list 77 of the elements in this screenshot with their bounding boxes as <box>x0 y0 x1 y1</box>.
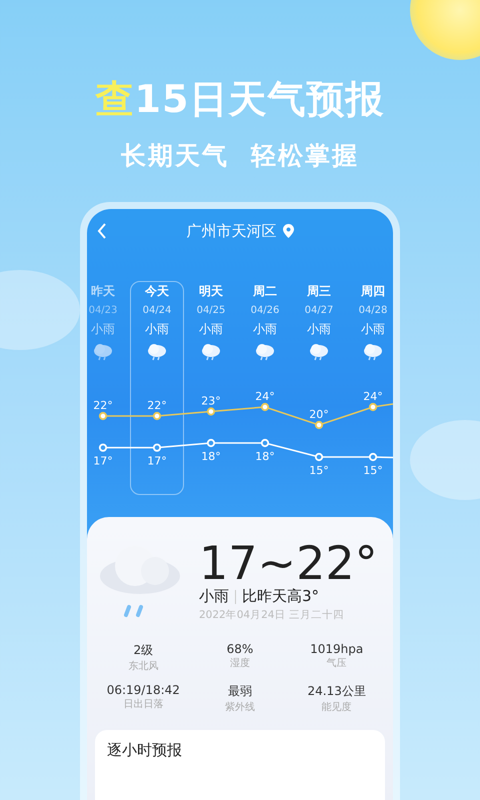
low-temperature: 15° <box>309 464 329 477</box>
day-column[interactable]: 昨天 04/23 小雨 <box>87 275 130 361</box>
high-temperature: 20° <box>309 408 329 421</box>
temperature-point <box>314 452 324 462</box>
low-temperature: 17° <box>93 454 113 468</box>
rain-cloud-icon <box>92 343 114 361</box>
location-title: 广州市天河区 <box>186 222 276 240</box>
high-temperature: 22° <box>147 399 167 412</box>
day-date: 04/24 <box>142 305 172 316</box>
subtitle: 轻松掌握 <box>251 140 359 172</box>
day-name: 明天 <box>199 283 223 300</box>
weather-text: 小雨 <box>199 587 229 606</box>
day-date: 04/28 <box>358 305 388 316</box>
day-weather: 小雨 <box>307 321 331 338</box>
hourly-title: 逐小时预报 <box>107 741 182 760</box>
stat-value: 24.13公里 <box>307 683 366 700</box>
temperature-point <box>260 402 270 412</box>
high-temperature: 22° <box>93 399 113 412</box>
high-temperature: 24° <box>255 390 275 403</box>
day-name: 周四 <box>361 283 385 300</box>
day-weather: 小雨 <box>199 321 223 338</box>
temperature-point <box>152 444 162 452</box>
stat-label: 气压 <box>326 657 347 670</box>
low-temperature: 18° <box>201 450 221 463</box>
stat-value: 最弱 <box>228 683 252 700</box>
day-column[interactable]: 明天 04/25 小雨 <box>184 275 238 361</box>
day-column[interactable]: 周二 04/26 小雨 <box>238 275 292 361</box>
rain-cloud-icon <box>146 343 168 361</box>
temperature-point <box>98 444 108 452</box>
day-date: 04/27 <box>304 305 334 316</box>
temperature-point <box>314 420 324 430</box>
temperature-point <box>206 438 216 448</box>
stat-value: 1019hpa <box>310 642 364 656</box>
high-temperature: 23° <box>201 394 221 408</box>
date-text: 2022年04月24日 三月二十四 <box>199 608 345 622</box>
stat-label: 能见度 <box>322 700 352 714</box>
temperature-point <box>368 402 378 412</box>
day-weather: 小雨 <box>361 321 385 338</box>
low-temperature: 18° <box>255 450 275 463</box>
headline: 查15日天气预报 <box>96 76 384 123</box>
back-icon[interactable] <box>97 223 107 239</box>
day-name: 周三 <box>307 283 331 300</box>
day-name: 今天 <box>145 283 169 300</box>
day-date: 04/23 <box>88 305 118 316</box>
temperature-range: 17~22° <box>199 539 378 588</box>
day-weather: 小雨 <box>145 321 169 338</box>
temperature-point <box>98 412 108 420</box>
location-pin-icon <box>282 224 294 238</box>
subtitle: 长期天气 <box>121 140 229 172</box>
day-name: 周二 <box>253 283 277 300</box>
temperature-point <box>206 407 216 416</box>
rain-cloud-icon <box>254 343 276 361</box>
day-date: 04/26 <box>250 305 280 316</box>
rain-cloud-icon <box>200 343 222 361</box>
temperature-point <box>152 412 162 420</box>
temperature-compare: 比昨天高3° <box>242 587 320 606</box>
low-temperature: 15° <box>363 464 383 477</box>
stat-label: 东北风 <box>128 660 158 674</box>
day-date: 04/25 <box>196 305 226 316</box>
day-column[interactable]: 周三 04/27 小雨 <box>292 275 346 361</box>
day-weather: 小雨 <box>91 321 115 338</box>
stat-label: 湿度 <box>230 656 250 670</box>
temperature-point <box>368 452 378 462</box>
day-column[interactable]: 周四 04/28 小雨 <box>346 275 393 361</box>
stat-value: 68% <box>226 642 254 656</box>
rain-cloud-icon <box>362 343 384 361</box>
stat-label: 紫外线 <box>224 700 255 714</box>
stat-value: 06:19/18:42 <box>106 683 180 698</box>
day-name: 昨天 <box>91 283 115 300</box>
day-column[interactable]: 今天 04/24 小雨 <box>130 275 184 361</box>
temperature-point <box>260 438 270 448</box>
low-temperature: 17° <box>147 454 167 468</box>
day-weather: 小雨 <box>253 321 277 338</box>
rain-cloud-icon <box>308 343 330 361</box>
stat-label: 日出日落 <box>123 698 164 712</box>
stat-value: 2级 <box>134 642 154 660</box>
high-temperature: 24° <box>363 390 383 403</box>
